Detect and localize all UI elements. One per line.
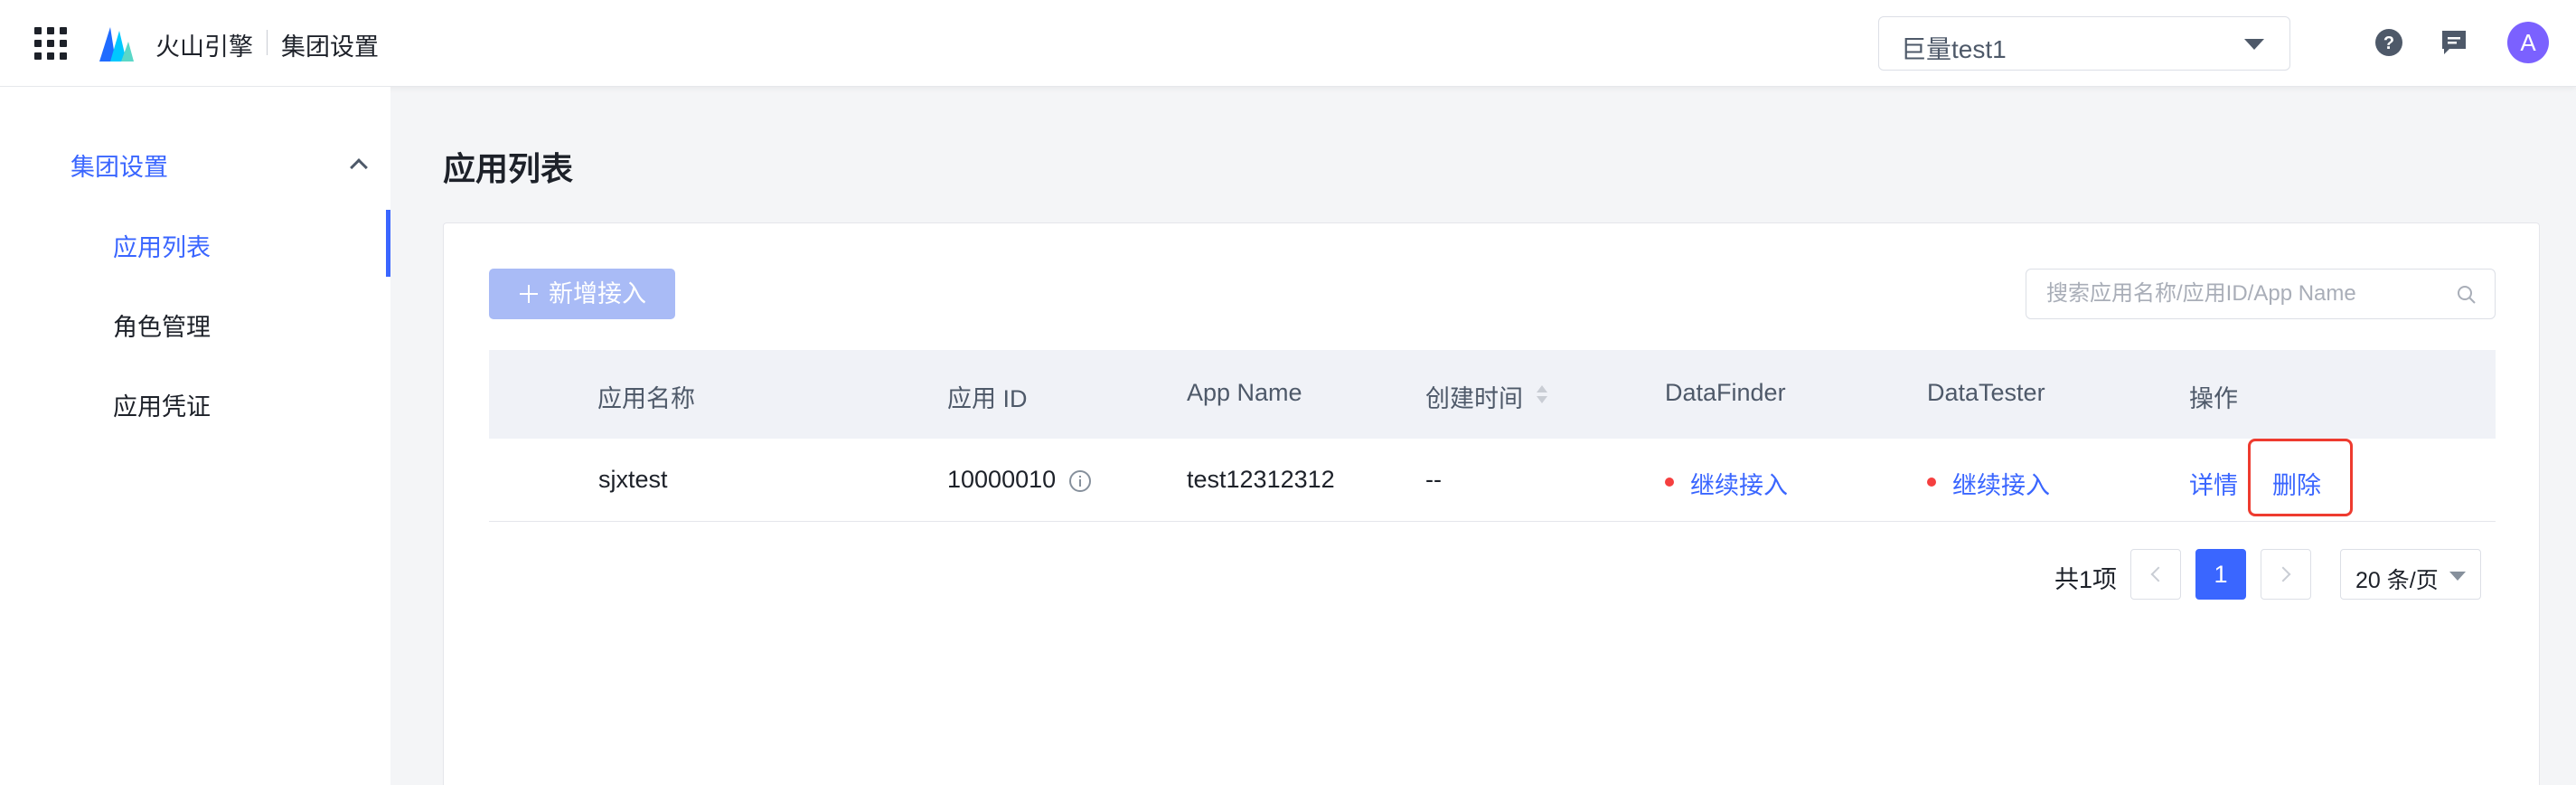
sidebar-item-role-management[interactable]: 角色管理 xyxy=(0,289,390,356)
pagination-page-1[interactable]: 1 xyxy=(2195,549,2246,600)
chevron-left-icon xyxy=(2150,566,2167,582)
column-header-app-id: 应用 ID xyxy=(947,385,1028,412)
cell-app-name: sjxtest xyxy=(598,466,668,493)
datatester-continue-link[interactable]: 继续接入 xyxy=(1952,466,2050,501)
sidebar-item-label: 应用凭证 xyxy=(113,393,211,421)
top-bar: 火山引擎 集团设置 巨量test1 ? A xyxy=(0,0,2576,87)
column-header-app-name-en: App Name xyxy=(1187,379,1302,406)
cell-app-id: 10000010 xyxy=(947,466,1057,493)
sidebar-item-label: 应用列表 xyxy=(113,234,211,261)
column-header-datafinder: DataFinder xyxy=(1665,379,1786,406)
chevron-down-icon xyxy=(2449,572,2466,581)
column-header-actions: 操作 xyxy=(2189,385,2238,412)
delete-link[interactable]: 删除 xyxy=(2272,466,2321,501)
search-icon[interactable] xyxy=(2457,285,2477,305)
column-header-created-at[interactable]: 创建时间 xyxy=(1425,379,1547,414)
info-icon[interactable] xyxy=(1068,469,1092,493)
chevron-up-icon xyxy=(350,158,368,176)
help-icon[interactable]: ? xyxy=(2374,27,2404,58)
search-input[interactable] xyxy=(2046,279,2444,309)
pagination-prev-button[interactable] xyxy=(2130,549,2181,600)
status-dot-datatester xyxy=(1927,478,1936,487)
header-section-title: 集团设置 xyxy=(281,33,379,61)
plus-icon xyxy=(520,285,538,303)
volcano-logo[interactable] xyxy=(94,22,136,63)
sidebar-item-app-credentials[interactable]: 应用凭证 xyxy=(0,369,390,436)
sidebar-item-app-list[interactable]: 应用列表 xyxy=(0,210,390,277)
svg-text:?: ? xyxy=(2383,33,2394,53)
avatar[interactable]: A xyxy=(2507,22,2549,63)
column-header-datatester: DataTester xyxy=(1927,379,2045,406)
search-box xyxy=(2026,269,2496,319)
page-size-value: 20 条/页 xyxy=(2355,568,2439,593)
message-icon[interactable] xyxy=(2439,27,2469,58)
add-integration-label: 新增接入 xyxy=(549,280,646,307)
pagination-total: 共1项 xyxy=(2054,566,2118,593)
sidebar-item-label: 角色管理 xyxy=(113,314,211,341)
sidebar-group-group-settings[interactable]: 集团设置 xyxy=(71,147,369,188)
cell-created-at: -- xyxy=(1425,466,1442,493)
detail-link[interactable]: 详情 xyxy=(2189,466,2238,501)
table-row: sjxtest 10000010 test12312312 -- 继续接入 继续… xyxy=(489,439,2496,522)
sort-icon[interactable] xyxy=(1536,383,1548,406)
app-list-card: 新增接入 应用名称 应用 ID App Name 创建时间 DataFinder… xyxy=(443,222,2540,785)
page-title: 应用列表 xyxy=(443,150,574,187)
page-size-select[interactable]: 20 条/页 xyxy=(2340,549,2481,600)
add-integration-button[interactable]: 新增接入 xyxy=(489,269,675,319)
cell-app-name-en: test12312312 xyxy=(1187,466,1335,493)
tenant-select-value: 巨量test1 xyxy=(1901,35,2007,63)
sidebar-group-label: 集团设置 xyxy=(71,154,168,181)
chevron-down-icon xyxy=(2244,39,2264,50)
brand-name: 火山引擎 xyxy=(155,33,253,61)
column-header-app-name: 应用名称 xyxy=(597,385,695,412)
chevron-right-icon xyxy=(2275,566,2291,582)
tenant-select[interactable]: 巨量test1 xyxy=(1878,16,2290,71)
pagination-next-button[interactable] xyxy=(2261,549,2311,600)
brand-divider xyxy=(267,30,268,55)
datafinder-continue-link[interactable]: 继续接入 xyxy=(1690,466,1788,501)
column-header-created-at-label: 创建时间 xyxy=(1425,385,1523,412)
status-dot-datafinder xyxy=(1665,478,1674,487)
table-header: 应用名称 应用 ID App Name 创建时间 DataFinder Data… xyxy=(489,350,2496,439)
apps-grid-icon[interactable] xyxy=(34,27,67,60)
sidebar: 集团设置 应用列表 角色管理 应用凭证 xyxy=(0,87,390,785)
